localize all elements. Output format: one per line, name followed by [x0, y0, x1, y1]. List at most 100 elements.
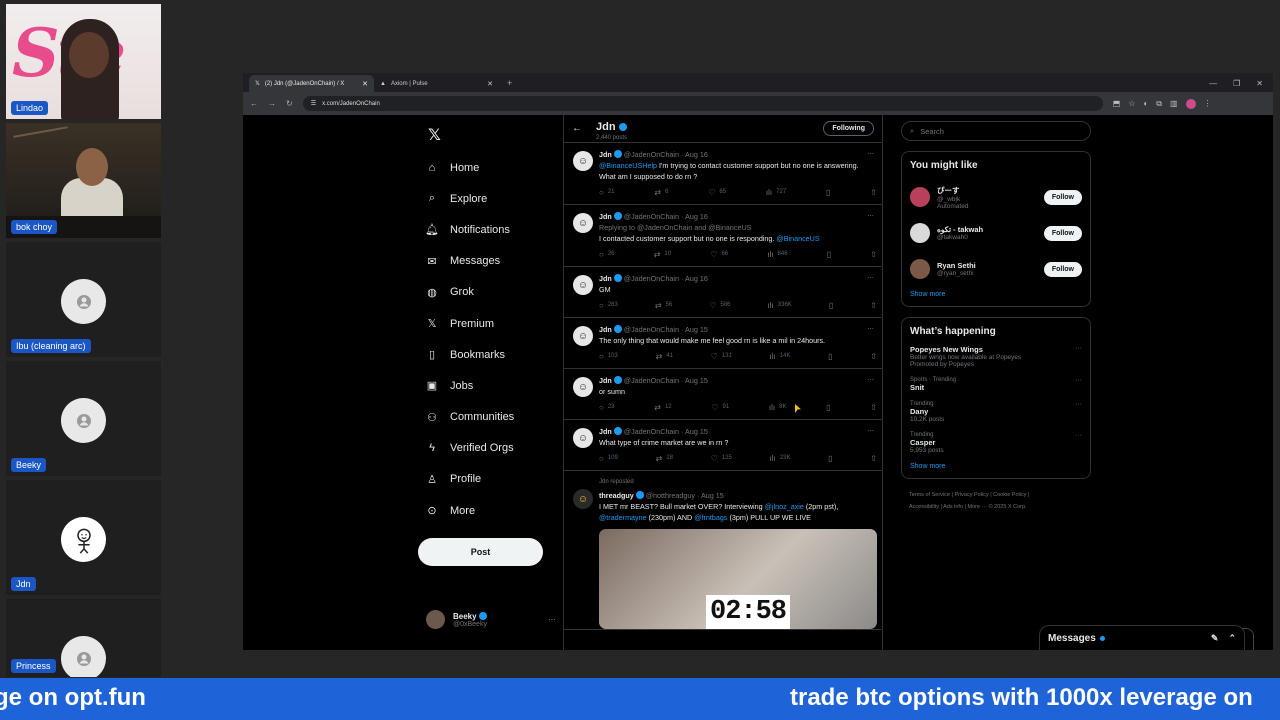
expand-icon[interactable]: ⌃	[1228, 633, 1236, 644]
more-icon[interactable]: ⋯	[867, 426, 874, 437]
repost-button[interactable]: ⇄ 6	[654, 187, 668, 198]
participant-tile-ibu[interactable]: Ibu (cleaning arc)	[6, 242, 161, 357]
compose-icon[interactable]: ✎	[1211, 633, 1219, 644]
nav-item-verified-orgs[interactable]: ϟ Verified Orgs	[418, 433, 563, 464]
suggested-account[interactable]: Ryan Sethi @ryan_sethi Follow	[910, 251, 1082, 287]
mention-link[interactable]: @frntbags	[694, 513, 727, 522]
x-logo-icon[interactable]: 𝕏	[428, 125, 563, 144]
follow-button[interactable]: Follow	[1043, 225, 1082, 241]
follow-button[interactable]: Follow	[1043, 261, 1082, 277]
site-info-icon[interactable]: ☰	[311, 100, 316, 107]
like-button[interactable]: ♡ 586	[709, 300, 730, 311]
minimize-icon[interactable]: —	[1209, 75, 1217, 92]
share-button[interactable]: ⇧	[870, 453, 877, 464]
menu-icon[interactable]: ⋮	[1204, 99, 1212, 109]
participant-tile-lindao[interactable]: Ste Lindao	[6, 4, 161, 119]
post-button[interactable]: Post	[418, 538, 543, 567]
repost-button[interactable]: ⇄ 41	[656, 351, 673, 362]
tweet[interactable]: ☺ ⋯ Jdn @JadenOnChain · Aug 16 GM ○ 263 ⇄ 56 ♡ 58…	[564, 267, 882, 318]
reply-button[interactable]: ○ 23	[599, 402, 615, 413]
back-arrow-icon[interactable]: ←	[572, 123, 582, 134]
participant-tile-princess[interactable]: Princess	[6, 599, 161, 677]
more-icon[interactable]: ···	[1075, 432, 1082, 439]
repost-tweet[interactable]: Jdn reposted ☺ threadguy @notthreadguy ·…	[564, 471, 882, 630]
mention-link[interactable]: @jlnoz_axie	[765, 502, 804, 511]
repost-button[interactable]: ⇄ 12	[654, 402, 671, 413]
like-button[interactable]: ♡ 65	[708, 187, 726, 198]
show-more-link[interactable]: Show more	[910, 463, 1082, 470]
show-more-link[interactable]: Show more	[910, 291, 1082, 298]
bookmark-button[interactable]: ▯	[828, 351, 832, 362]
forward-icon[interactable]: →	[268, 99, 276, 108]
share-button[interactable]: ⇧	[870, 351, 877, 362]
new-tab-button[interactable]: +	[499, 75, 520, 92]
reload-icon[interactable]: ↻	[286, 99, 293, 108]
reply-button[interactable]: ○ 26	[599, 249, 615, 260]
repost-button[interactable]: ⇄ 10	[654, 249, 671, 260]
views-button[interactable]: ılı 336K	[768, 300, 792, 311]
back-icon[interactable]: ←	[250, 99, 258, 108]
reply-button[interactable]: ○ 109	[599, 453, 618, 464]
tweet[interactable]: ☺ ⋯ Jdn @JadenOnChain · Aug 16 @BinanceUSHe…	[564, 143, 882, 205]
more-icon[interactable]: ···	[1075, 345, 1082, 352]
tweet[interactable]: ☺ ⋯ Jdn @JadenOnChain · Aug 16 Replying to …	[564, 205, 882, 267]
trend-item[interactable]: ··· Trending Dany 10.2K posts	[910, 401, 1082, 423]
nav-item-more[interactable]: ⊙ More	[418, 495, 563, 526]
trend-item[interactable]: ··· Sports · Trending Snit	[910, 377, 1082, 392]
more-icon[interactable]: ···	[1075, 377, 1082, 384]
close-window-icon[interactable]: ✕	[1256, 75, 1263, 92]
footer-links[interactable]: Terms of Service | Privacy Policy | Cook…	[901, 489, 1091, 513]
more-icon[interactable]: ⋯	[867, 375, 874, 386]
like-button[interactable]: ♡ 131	[711, 351, 732, 362]
footer-line[interactable]: Accessibility | Ads info | More ··· © 20…	[909, 501, 1091, 513]
participant-tile-beeky[interactable]: Beeky	[6, 361, 161, 476]
repost-button[interactable]: ⇄ 56	[655, 300, 672, 311]
following-button[interactable]: Following	[823, 121, 874, 136]
video-thumbnail[interactable]: 02:58	[599, 529, 877, 629]
tweet[interactable]: ☺ ⋯ Jdn @JadenOnChain · Aug 15 The only thi…	[564, 318, 882, 369]
more-icon[interactable]: ⋯	[867, 211, 874, 222]
views-button[interactable]: ılı 846	[767, 249, 787, 260]
nav-item-grok[interactable]: ◍ Grok	[418, 277, 563, 308]
more-icon[interactable]: ···	[1075, 401, 1082, 408]
bookmark-button[interactable]: ▯	[827, 249, 831, 260]
trend-item[interactable]: ··· Trending Casper 5,953 posts	[910, 432, 1082, 454]
nav-item-communities[interactable]: ⚇ Communities	[418, 402, 563, 433]
nav-item-profile[interactable]: ♙ Profile	[418, 464, 563, 495]
views-button[interactable]: ılı 23K	[770, 453, 791, 464]
nav-item-explore[interactable]: ⌕ Explore	[418, 183, 563, 214]
extension-icon[interactable]: ◐	[1143, 99, 1148, 109]
account-switcher[interactable]: Beeky @0xBeeky ···	[426, 610, 556, 629]
like-button[interactable]: ♡ 66	[710, 249, 728, 260]
reply-button[interactable]: ○ 263	[599, 300, 618, 311]
messages-drawer[interactable]: Messages ✎ ⌃	[1039, 625, 1245, 650]
share-button[interactable]: ⇧	[870, 249, 877, 260]
reply-button[interactable]: ○ 21	[599, 187, 615, 198]
participant-tile-jdn[interactable]: Jdn	[6, 480, 161, 595]
nav-item-notifications[interactable]: 🔔︎ Notifications	[418, 214, 563, 245]
close-icon[interactable]: ✕	[487, 80, 493, 88]
views-button[interactable]: ılı 14K	[770, 351, 791, 362]
more-icon[interactable]: ···	[548, 615, 556, 624]
suggested-account[interactable]: تکوه - takwah @takwah0 Follow	[910, 215, 1082, 251]
repost-button[interactable]: ⇄ 28	[656, 453, 673, 464]
like-button[interactable]: ♡ 125	[711, 453, 732, 464]
more-icon[interactable]: ⋯	[867, 273, 874, 284]
mention-link[interactable]: @tradermayne	[599, 513, 647, 522]
trend-item[interactable]: ··· Popeyes New Wings Better wings now ava…	[910, 345, 1082, 368]
close-icon[interactable]: ✕	[362, 80, 368, 88]
views-button[interactable]: ılı 8K	[769, 402, 787, 413]
tab-x-profile[interactable]: 𝕏 (2) Jdn (@JadenOnChain) / X ✕	[249, 75, 374, 92]
star-icon[interactable]: ☆	[1128, 99, 1135, 109]
share-button[interactable]: ⇧	[870, 300, 877, 311]
bookmark-button[interactable]: ▯	[828, 453, 832, 464]
nav-item-premium[interactable]: 𝕏 Premium	[418, 308, 563, 339]
tab-axiom[interactable]: ▲ Axiom | Pulse ✕	[374, 75, 499, 92]
search-input[interactable]: ⌕ Search	[901, 121, 1091, 141]
more-icon[interactable]: ⋯	[867, 149, 874, 160]
follow-button[interactable]: Follow	[1043, 189, 1082, 205]
reply-context[interactable]: Replying to @JadenOnChain and @BinanceUS	[599, 222, 872, 233]
bookmark-button[interactable]: ▯	[826, 402, 830, 413]
participant-tile-bok-choy[interactable]: bok choy	[6, 123, 161, 238]
puzzle-icon[interactable]: ⧉	[1156, 99, 1162, 109]
